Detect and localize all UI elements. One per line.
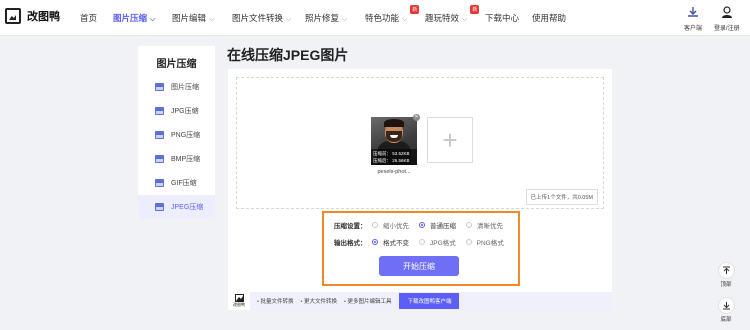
link-batch-convert[interactable]: 批量文件转换 (257, 297, 293, 305)
chevron-down-icon: ⌵ (462, 16, 468, 23)
jpg-file-icon (155, 107, 164, 115)
link-large-file-convert[interactable]: 更大文件转换 (300, 297, 337, 305)
radio-png-format[interactable]: PNG格式 (465, 237, 504, 247)
promo-logo: 改图鸭 (228, 292, 250, 310)
add-file-button[interactable]: + (427, 117, 473, 163)
nav-image-compress[interactable]: 图片压缩 ⌵ (113, 12, 155, 24)
download-icon (688, 7, 698, 17)
nav-home[interactable]: 首页 (80, 12, 97, 24)
nav-image-convert[interactable]: 图片文件转换 ⌵ (232, 12, 291, 24)
radio-clarity-first[interactable]: 清晰优先 (466, 220, 503, 230)
chevron-down-icon: ⌵ (402, 16, 408, 23)
gif-file-icon (155, 179, 164, 187)
arrow-up-icon (722, 266, 730, 274)
size-before: 压缩前： 53.52KB (373, 151, 410, 156)
new-badge: 新 (410, 5, 420, 14)
nav-download-center[interactable]: 下载中心 (485, 12, 519, 24)
nav-photo-repair[interactable]: 照片修复 ⌵ (305, 12, 347, 24)
sidebar-item-bmp-compress[interactable]: BMP压缩 (138, 147, 215, 171)
sidebar-item-jpeg-compress[interactable]: JPEG压缩 (138, 195, 215, 219)
top-navigation: 改图鸭 首页 图片压缩 ⌵ 图片编辑 ⌵ 图片文件转换 ⌵ 照片修复 ⌵ 特色功能 ⌵ 新 … (0, 0, 750, 36)
jpeg-file-icon (155, 203, 164, 211)
compress-mode-row: 压缩设置： 缩小优先 普通压缩 清晰优先 (334, 220, 513, 230)
chevron-down-icon: ⌵ (342, 16, 348, 23)
file-name: pexels-phot... (377, 169, 411, 175)
login-label: 登录/注册 (714, 26, 740, 32)
compress-mode-label: 压缩设置： (334, 223, 367, 230)
size-after: 压缩后： 26.56KB (373, 158, 410, 163)
nav-image-edit[interactable]: 图片编辑 ⌵ (172, 12, 214, 24)
page-title: 在线压缩JPEG图片 (227, 47, 349, 63)
bottom-label: 底部 (720, 317, 732, 323)
upload-dropzone[interactable]: 压缩前： 53.52KB 压缩后： 26.56KB ✕ pexels-phot.… (236, 77, 604, 209)
brand-name: 改图鸭 (27, 11, 60, 23)
logo-image-icon (5, 8, 21, 24)
avatar-icon (721, 6, 732, 18)
sidebar-item-image-compress[interactable]: 图片压缩 (138, 75, 215, 99)
top-label: 顶部 (720, 282, 732, 288)
thumbnail-size-info: 压缩前： 53.52KB 压缩后： 26.56KB (371, 149, 417, 165)
arrow-down-icon (722, 302, 730, 310)
new-badge: 新 (470, 5, 480, 14)
radio-normal-compress[interactable]: 普通压缩 (419, 220, 456, 230)
png-file-icon (155, 131, 164, 139)
sidebar-title: 图片压缩 (156, 59, 197, 70)
client-label: 客户端 (684, 26, 703, 32)
output-format-row: 输出格式： 格式不变 JPG格式 PNG格式 (334, 237, 514, 247)
chevron-down-icon: ⌵ (150, 16, 156, 23)
login-register[interactable]: 登录/注册 (714, 5, 740, 32)
nav-help[interactable]: 使用帮助 (532, 12, 566, 24)
promo-bar: 改图鸭 批量文件转换 更大文件转换 更多图片编辑工具 下载改图鸭客户端 (228, 292, 612, 310)
radio-keep-format[interactable]: 格式不变 (372, 237, 409, 247)
output-format-label: 输出格式： (334, 240, 367, 247)
image-icon (155, 83, 164, 91)
tool-sidebar: 图片压缩 图片压缩 JPG压缩 PNG压缩 BMP压缩 GIF压缩 JPEG压缩 (138, 46, 215, 219)
uploaded-image-thumbnail[interactable]: 压缩前： 53.52KB 压缩后： 26.56KB (371, 117, 417, 165)
nav-fun-effects[interactable]: 趣玩特效 ⌵ 新 (425, 5, 480, 24)
radio-jpg-format[interactable]: JPG格式 (419, 237, 456, 247)
logo-image-icon (234, 294, 244, 302)
download-client-button[interactable]: 下载改图鸭客户端 (399, 293, 460, 309)
upload-status: 已上传1个文件，共0.05M (525, 189, 598, 205)
chevron-down-icon: ⌵ (286, 16, 292, 23)
go-to-bottom-button[interactable]: 底部 (716, 297, 736, 323)
client-download[interactable]: 客户端 (684, 5, 702, 32)
remove-file-close-icon[interactable]: ✕ (413, 114, 420, 121)
bmp-file-icon (155, 155, 164, 163)
start-compress-button[interactable]: 开始压缩 (379, 256, 459, 276)
sidebar-item-gif-compress[interactable]: GIF压缩 (138, 171, 215, 195)
compress-panel: 压缩前： 53.52KB 压缩后： 26.56KB ✕ pexels-phot.… (228, 69, 612, 309)
sidebar-item-jpg-compress[interactable]: JPG压缩 (138, 99, 215, 123)
nav-special-features[interactable]: 特色功能 ⌵ 新 (365, 5, 420, 24)
sidebar-item-png-compress[interactable]: PNG压缩 (138, 123, 215, 147)
chevron-down-icon: ⌵ (209, 16, 215, 23)
back-to-top-button[interactable]: 顶部 (716, 262, 736, 288)
link-more-edit-tools[interactable]: 更多图片编辑工具 (344, 297, 391, 305)
brand-logo[interactable]: 改图鸭 (5, 8, 60, 24)
plus-icon: + (442, 124, 458, 155)
radio-shrink-first[interactable]: 缩小优先 (372, 220, 409, 230)
compress-settings: 压缩设置： 缩小优先 普通压缩 清晰优先 输出格式： 格式不变 JPG格式 PN… (322, 211, 520, 286)
